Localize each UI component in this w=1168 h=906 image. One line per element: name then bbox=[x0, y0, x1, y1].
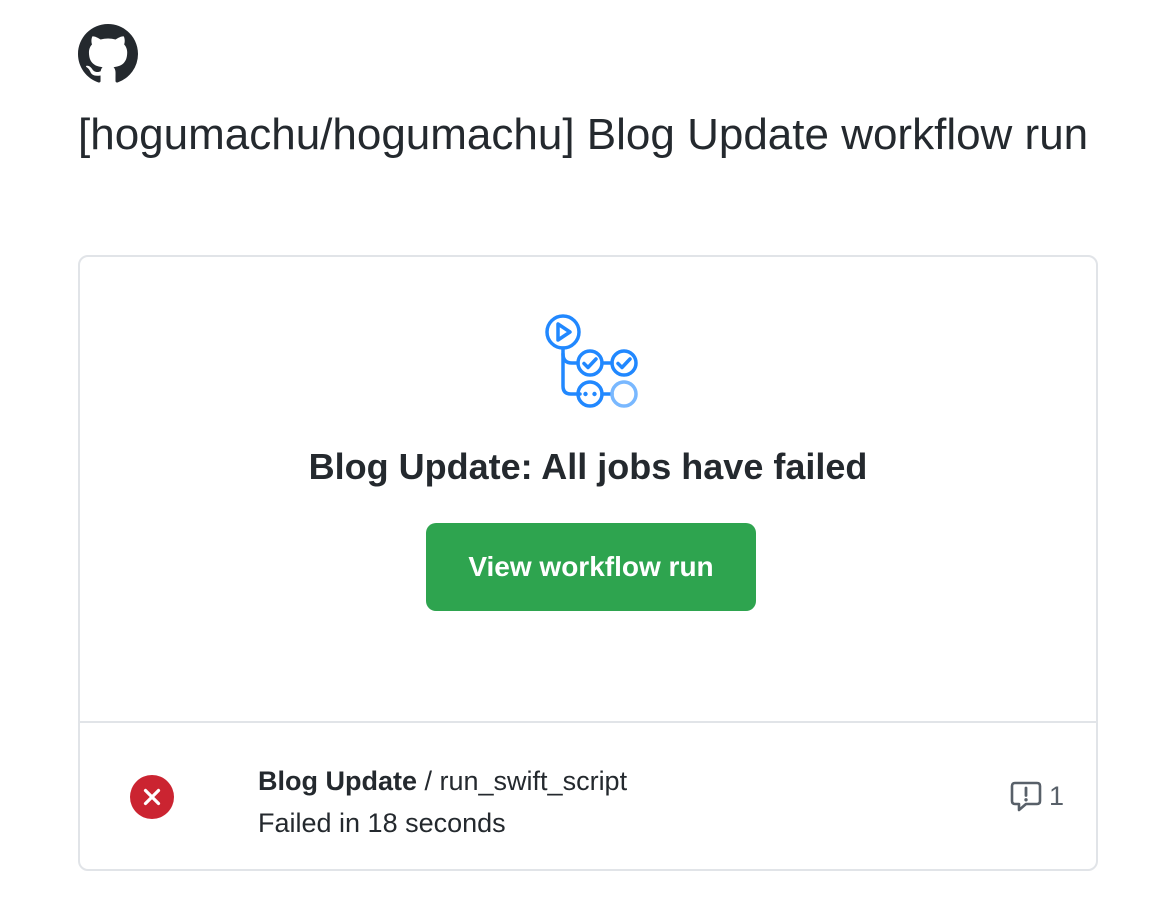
x-circle-fill-icon bbox=[130, 775, 174, 819]
github-logo-icon bbox=[78, 24, 138, 84]
comment-exclamation-icon bbox=[1009, 779, 1043, 813]
run-status-headline: Blog Update: All jobs have failed bbox=[308, 446, 868, 487]
email-title: [hogumachu/hogumachu] Blog Update workfl… bbox=[78, 110, 1089, 159]
job-name: run_swift_script bbox=[439, 766, 628, 796]
run-summary-section: Blog Update: All jobs have failed View w… bbox=[80, 257, 1096, 723]
actions-workflow-icon bbox=[539, 314, 643, 414]
annotations-count[interactable]: 1 bbox=[1009, 779, 1064, 813]
job-workflow-name: Blog Update bbox=[258, 766, 417, 796]
view-workflow-run-button[interactable]: View workflow run bbox=[426, 523, 756, 611]
job-row[interactable]: Blog Update / run_swift_script Failed in… bbox=[80, 723, 1096, 869]
workflow-run-card: Blog Update: All jobs have failed View w… bbox=[78, 255, 1098, 871]
annotation-count: 1 bbox=[1048, 780, 1064, 811]
job-title: Blog Update / run_swift_script bbox=[258, 763, 627, 799]
job-status-text: Failed in 18 seconds bbox=[258, 808, 506, 838]
job-separator: / bbox=[417, 766, 440, 796]
